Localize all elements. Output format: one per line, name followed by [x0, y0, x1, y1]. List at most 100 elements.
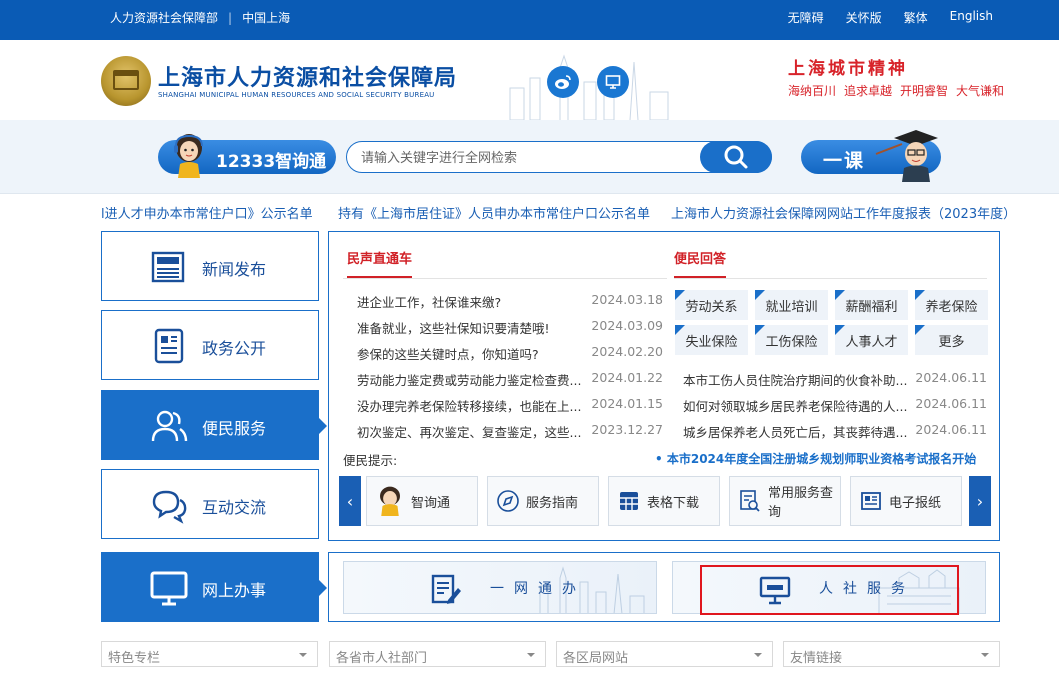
service-e-newspaper[interactable]: 电子报纸 — [850, 476, 962, 526]
carousel-next-button[interactable]: › — [969, 476, 991, 526]
link-mohrss[interactable]: 人力资源社会保障部 — [110, 9, 218, 26]
org-name-en: SHANGHAI MUNICIPAL HUMAN RESOURCES AND S… — [158, 91, 435, 99]
select-value: 各省市人社部门 — [336, 651, 428, 666]
qa-section-title[interactable]: 便民回答 — [674, 248, 727, 278]
chevron-down-icon — [754, 653, 762, 657]
monitor-icon — [150, 571, 188, 606]
service-label: 电子报纸 — [889, 495, 942, 511]
news-title: 劳动能力鉴定费或劳动能力鉴定检查费... — [357, 373, 582, 388]
link-accessibility[interactable]: 无障碍 — [788, 9, 824, 26]
notice-link[interactable]: 持有《上海市居住证》人员申办本市常住户口公示名单 — [338, 203, 650, 222]
link-traditional[interactable]: 繁体 — [904, 9, 928, 26]
notice-link[interactable]: l进人才申办本市常住户口》公示名单 — [101, 203, 313, 222]
news-section-title[interactable]: 民声直通车 — [347, 248, 413, 278]
assistant-avatar-icon — [174, 134, 203, 178]
link-care-mode[interactable]: 关怀版 — [846, 9, 882, 26]
bund-building-decoration-icon — [878, 569, 960, 613]
divider — [343, 278, 667, 279]
friendly-links-select[interactable]: 友情链接 — [783, 641, 1000, 667]
search-band: 12333智询通 一课 — [0, 120, 1059, 194]
list-item[interactable]: 劳动能力鉴定费或劳动能力鉴定检查费... 2024.01.22 — [357, 370, 663, 396]
service-label: 常用服务查询 — [768, 486, 834, 520]
service-label: 智询通 — [411, 495, 451, 511]
tag-employment-training[interactable]: 就业培训 — [755, 290, 828, 320]
featured-column-select[interactable]: 特色专栏 — [101, 641, 318, 667]
list-item[interactable]: 如何对领取城乡居民养老保险待遇的人... 2024.06.11 — [683, 396, 987, 422]
nav-news-release[interactable]: 新闻发布 — [101, 231, 319, 301]
nav-public-service[interactable]: 便民服务 — [101, 390, 327, 460]
service-guide[interactable]: 服务指南 — [487, 476, 599, 526]
form-edit-icon — [431, 574, 461, 604]
news-title: 初次鉴定、再次鉴定、复查鉴定，这些... — [357, 425, 582, 440]
one-net-service-card[interactable]: 一网通办 — [343, 561, 657, 614]
tag-salary-welfare[interactable]: 薪酬福利 — [835, 290, 908, 320]
list-item[interactable]: 准备就业，这些社保知识要清楚哦! 2024.03.09 — [357, 318, 663, 344]
carousel-prev-button[interactable]: ‹ — [339, 476, 361, 526]
top-bar: 人力资源社会保障部 | 中国上海 无障碍 关怀版 繁体 English — [0, 0, 1059, 40]
list-item[interactable]: 进企业工作，社保谁来缴? 2024.03.18 — [357, 292, 663, 318]
service-common-query[interactable]: 常用服务查询 — [729, 476, 841, 526]
search-input[interactable] — [361, 148, 701, 168]
nav-label: 便民服务 — [202, 419, 267, 438]
link-china-shanghai[interactable]: 中国上海 — [242, 9, 290, 26]
nav-government-affairs[interactable]: 政务公开 — [101, 310, 319, 380]
service-form-download[interactable]: 表格下载 — [608, 476, 720, 526]
service-label: 服务指南 — [526, 495, 579, 511]
notice-link[interactable]: 上海市人力资源社会保障网网站工作年度报表（2023年度） — [671, 203, 1016, 222]
header: 上海市人力资源和社会保障局 SHANGHAI MUNICIPAL HUMAN R… — [0, 40, 1059, 120]
tag-personnel-talent[interactable]: 人事人才 — [835, 325, 908, 355]
compass-icon — [497, 490, 519, 512]
tag-unemployment-insurance[interactable]: 失业保险 — [675, 325, 748, 355]
list-item[interactable]: 本市工伤人员住院治疗期间的伙食补助... 2024.06.11 — [683, 370, 987, 396]
service-zhixuntong[interactable]: 智询通 — [366, 476, 478, 526]
tag-pension-insurance[interactable]: 养老保险 — [915, 290, 988, 320]
list-item[interactable]: 城乡居保养老人员死亡后，其丧葬待遇... 2024.06.11 — [683, 422, 987, 448]
tips-marquee[interactable]: • 本市2024年度全国注册城乡规划师职业资格考试报名开始 — [655, 450, 989, 466]
mobile-site-button[interactable] — [597, 66, 629, 98]
news-date: 2024.02.20 — [591, 344, 663, 359]
nav-label: 新闻发布 — [202, 260, 267, 279]
tips-label: 便民提示: — [343, 453, 398, 468]
provincial-departments-select[interactable]: 各省市人社部门 — [329, 641, 546, 667]
spirit-value: 开明睿智 — [900, 84, 949, 98]
nav-label: 互动交流 — [202, 498, 267, 517]
qa-title: 本市工伤人员住院治疗期间的伙食补助... — [683, 373, 908, 388]
news-list: 进企业工作，社保谁来缴? 2024.03.18 准备就业，这些社保知识要清楚哦! 2… — [357, 292, 663, 448]
news-title: 参保的这些关键时点，你知道吗? — [357, 347, 539, 362]
tag-labor-relations[interactable]: 劳动关系 — [675, 290, 748, 320]
select-value: 友情链接 — [790, 651, 843, 666]
spirit-value: 大气谦和 — [956, 84, 1005, 98]
chevron-down-icon — [299, 653, 307, 657]
select-value: 各区局网站 — [563, 651, 629, 666]
qa-date: 2024.06.11 — [915, 396, 987, 411]
hr-service-card[interactable]: 人社服务 — [672, 561, 986, 614]
list-item[interactable]: 初次鉴定、再次鉴定、复查鉴定，这些... 2023.12.27 — [357, 422, 663, 448]
weibo-button[interactable] — [547, 66, 579, 98]
list-item[interactable]: 没办理完养老保险转移接续，也能在上... 2024.01.15 — [357, 396, 663, 422]
qa-category-tags: 劳动关系 就业培训 薪酬福利 养老保险 失业保险 工伤保险 人事人才 更多 — [675, 290, 988, 355]
link-english[interactable]: English — [950, 9, 993, 26]
select-value: 特色专栏 — [108, 651, 161, 666]
nav-interaction[interactable]: 互动交流 — [101, 469, 319, 539]
bureau-logo-icon[interactable] — [101, 56, 151, 106]
chevron-down-icon — [527, 653, 535, 657]
nav-online-service[interactable]: 网上办事 — [101, 552, 327, 622]
skyline-decoration-icon — [509, 54, 669, 120]
list-item[interactable]: 参保的这些关键时点，你知道吗? 2024.02.20 — [357, 344, 663, 370]
table-icon — [620, 492, 638, 510]
newspaper-icon — [861, 492, 881, 510]
teacher-avatar-icon — [875, 130, 938, 182]
tag-injury-insurance[interactable]: 工伤保险 — [755, 325, 828, 355]
nav-label: 网上办事 — [202, 581, 267, 600]
qa-date: 2024.06.11 — [915, 422, 987, 437]
search-button[interactable] — [700, 141, 772, 173]
document-icon — [154, 328, 184, 364]
search-doc-icon — [740, 490, 760, 512]
news-title: 没办理完养老保险转移接续，也能在上... — [357, 399, 582, 414]
tag-more[interactable]: 更多 — [915, 325, 988, 355]
spirit-value: 追求卓越 — [844, 84, 893, 98]
district-websites-select[interactable]: 各区局网站 — [556, 641, 773, 667]
monitor-icon — [759, 576, 791, 605]
search-box — [346, 141, 772, 173]
service-label: 表格下载 — [647, 495, 700, 511]
